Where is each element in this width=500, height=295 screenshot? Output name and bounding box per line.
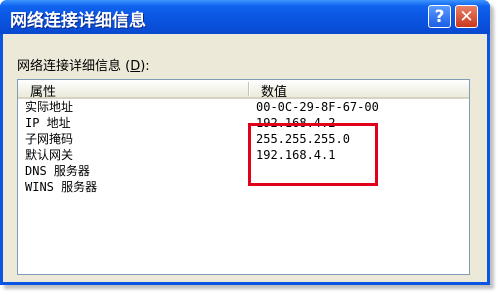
row-value: 00-0C-29-8F-67-00 [256, 100, 379, 114]
row-property: 子网掩码 [25, 132, 74, 146]
list-row[interactable]: WINS 服务器 [18, 180, 469, 195]
red-highlight-box [248, 123, 378, 186]
details-list[interactable]: 属性 数值 实际地址 00-0C-29-8F-67-00 IP 地址 192.1… [17, 79, 470, 275]
row-property: IP 地址 [25, 116, 71, 130]
column-header-value[interactable]: 数值 [261, 81, 287, 100]
details-label: 网络连接详细信息 (D): [17, 55, 150, 74]
window-title: 网络连接详细信息 [10, 11, 146, 31]
column-divider[interactable] [248, 82, 250, 96]
row-property: DNS 服务器 [25, 164, 90, 178]
details-label-suffix: ): [140, 59, 150, 74]
dialog-body: 网络连接详细信息 (D): 属性 数值 实际地址 00-0C-29-8F-67-… [3, 34, 487, 282]
row-property: 默认网关 [25, 148, 74, 162]
details-label-text: 网络连接详细信息 ( [17, 59, 131, 74]
details-label-accesskey: D [130, 59, 141, 74]
row-property: 实际地址 [25, 100, 74, 114]
row-property: WINS 服务器 [25, 180, 98, 194]
list-row[interactable]: 默认网关 192.168.4.1 [18, 148, 469, 163]
list-row[interactable]: 子网掩码 255.255.255.0 [18, 132, 469, 147]
list-row[interactable]: IP 地址 192.168.4.2 [18, 116, 469, 131]
title-bar[interactable]: 网络连接详细信息 ? ✕ [0, 0, 490, 34]
column-header-property[interactable]: 属性 [30, 81, 56, 100]
dialog-window: 网络连接详细信息 ? ✕ 网络连接详细信息 (D): 属性 数值 实际地址 00… [0, 0, 490, 285]
list-row[interactable]: DNS 服务器 [18, 164, 469, 179]
list-header: 属性 数值 [18, 80, 469, 100]
help-button[interactable]: ? [428, 5, 451, 28]
close-button[interactable]: ✕ [455, 5, 478, 28]
list-row[interactable]: 实际地址 00-0C-29-8F-67-00 [18, 100, 469, 115]
